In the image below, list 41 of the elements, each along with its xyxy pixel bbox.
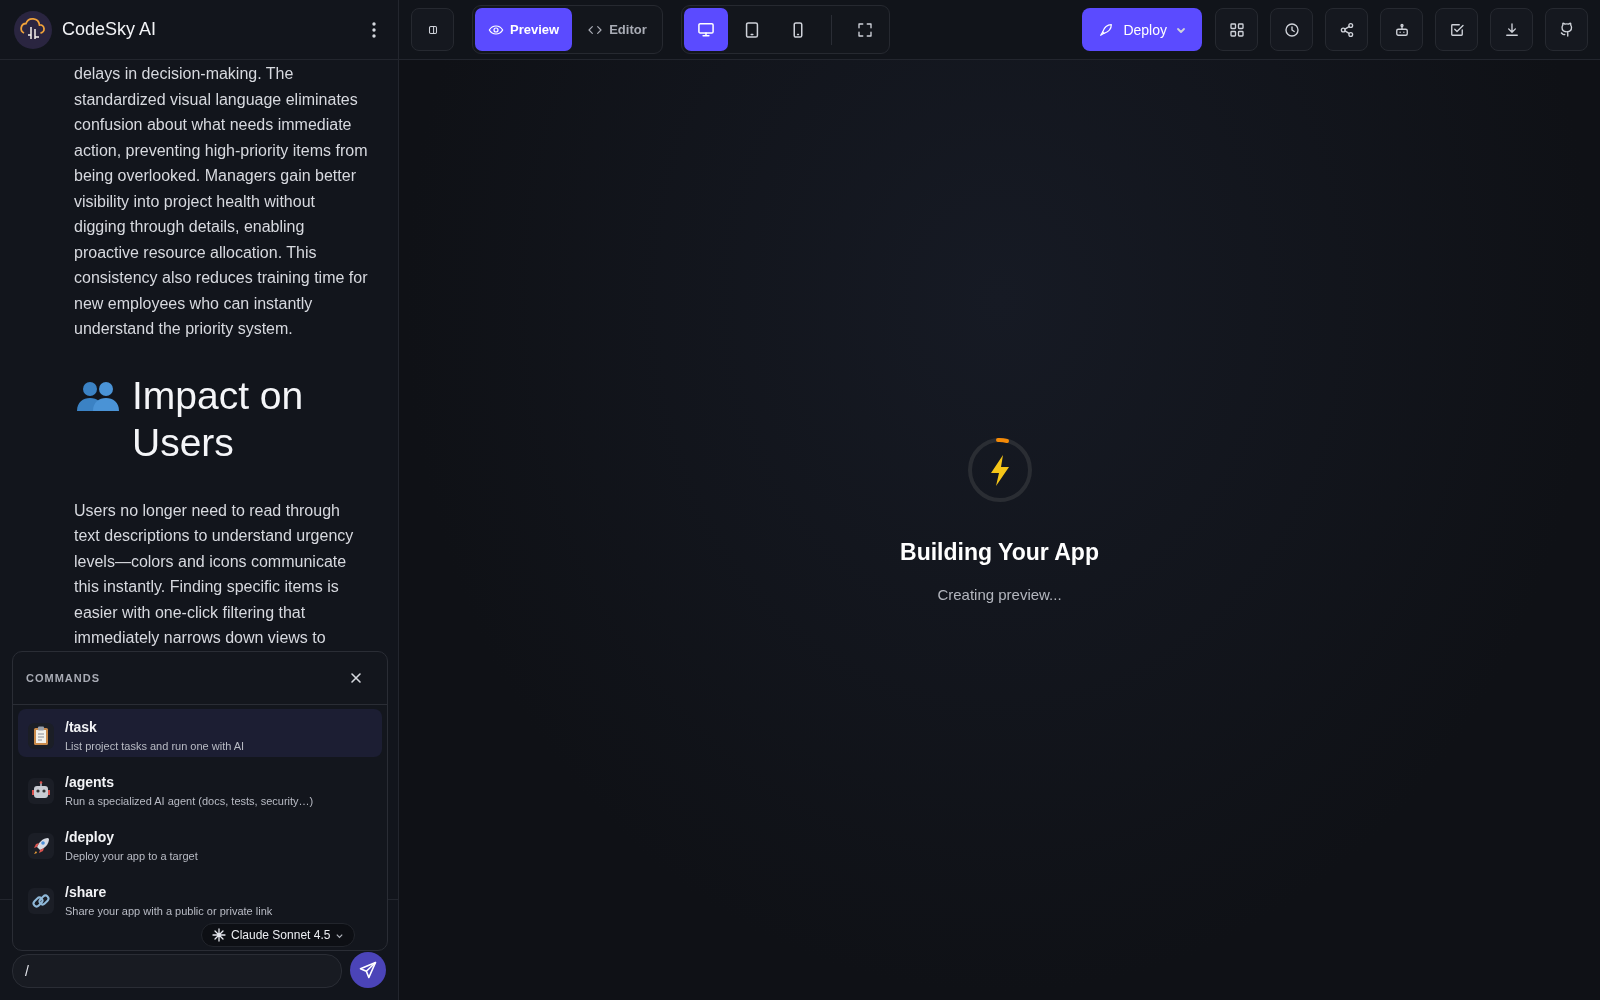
github-button[interactable]: [1545, 8, 1588, 51]
command-item[interactable]: /share Share your app with a public or private link: [18, 874, 382, 922]
command-item[interactable]: /task List project tasks and run one with AI: [18, 709, 382, 757]
model-selector[interactable]: Claude Sonnet 4.5: [201, 923, 356, 947]
command-item[interactable]: /agents Run a specialized AI agent (docs, tests, security…): [18, 764, 382, 812]
send-button[interactable]: [350, 952, 386, 988]
robot-icon: [28, 778, 54, 804]
message-paragraph: delays in decision-making. The standardized visual language eliminates confusion about what needs immediate action, preventing high-priority items from being overlooked. Managers gain better visibility into project health without digging through details, enabling proactive resource allocation. This consistency also reduces training time for new employees who can instantly understand the priority system.: [74, 64, 368, 339]
clock-icon: [1282, 20, 1301, 39]
section-heading: Impact on Users: [132, 372, 305, 466]
more-icon: [372, 21, 376, 38]
sparkle-icon: [212, 928, 226, 942]
menu-title: COMMANDS: [26, 672, 100, 684]
editor-tab[interactable]: Editor: [574, 8, 660, 51]
share-button[interactable]: [1325, 8, 1368, 51]
robot-button[interactable]: [1380, 8, 1423, 51]
grid-icon: [1227, 20, 1246, 39]
loading-subtitle: Creating preview...: [937, 586, 1062, 603]
grid-button[interactable]: [1215, 8, 1258, 51]
loading-title: Building Your App: [900, 539, 1099, 566]
link-icon: [28, 888, 54, 914]
close-icon: [349, 671, 363, 685]
command-item[interactable]: /deploy Deploy your app to a target: [18, 819, 382, 867]
message-paragraph: Users no longer need to read through text descriptions to understand urgency levels—colors and icons communicate this instantly. Finding specific items is easier with one-click filtering that immediately narrows down views to: [74, 500, 355, 648]
rocket-icon: [1098, 21, 1115, 38]
close-button[interactable]: [349, 671, 363, 685]
deploy-button[interactable]: Deploy: [1082, 8, 1202, 51]
send-icon: [358, 960, 378, 980]
cloud-logo: [14, 10, 52, 49]
download-button[interactable]: [1490, 8, 1533, 51]
loading-spinner: [966, 437, 1033, 503]
clock-button[interactable]: [1270, 8, 1313, 51]
fullscreen-icon: [855, 20, 874, 39]
preview-tab[interactable]: Preview: [475, 8, 573, 51]
checkbox-button[interactable]: [1435, 8, 1478, 51]
monitor-view-button[interactable]: [683, 8, 728, 51]
sidebar-toggle-button[interactable]: [411, 8, 454, 51]
clipboard-icon: [28, 723, 54, 749]
app-name: CodeSky AI: [62, 19, 158, 40]
rocket-icon: [28, 833, 54, 859]
message-input[interactable]: /: [12, 954, 342, 988]
